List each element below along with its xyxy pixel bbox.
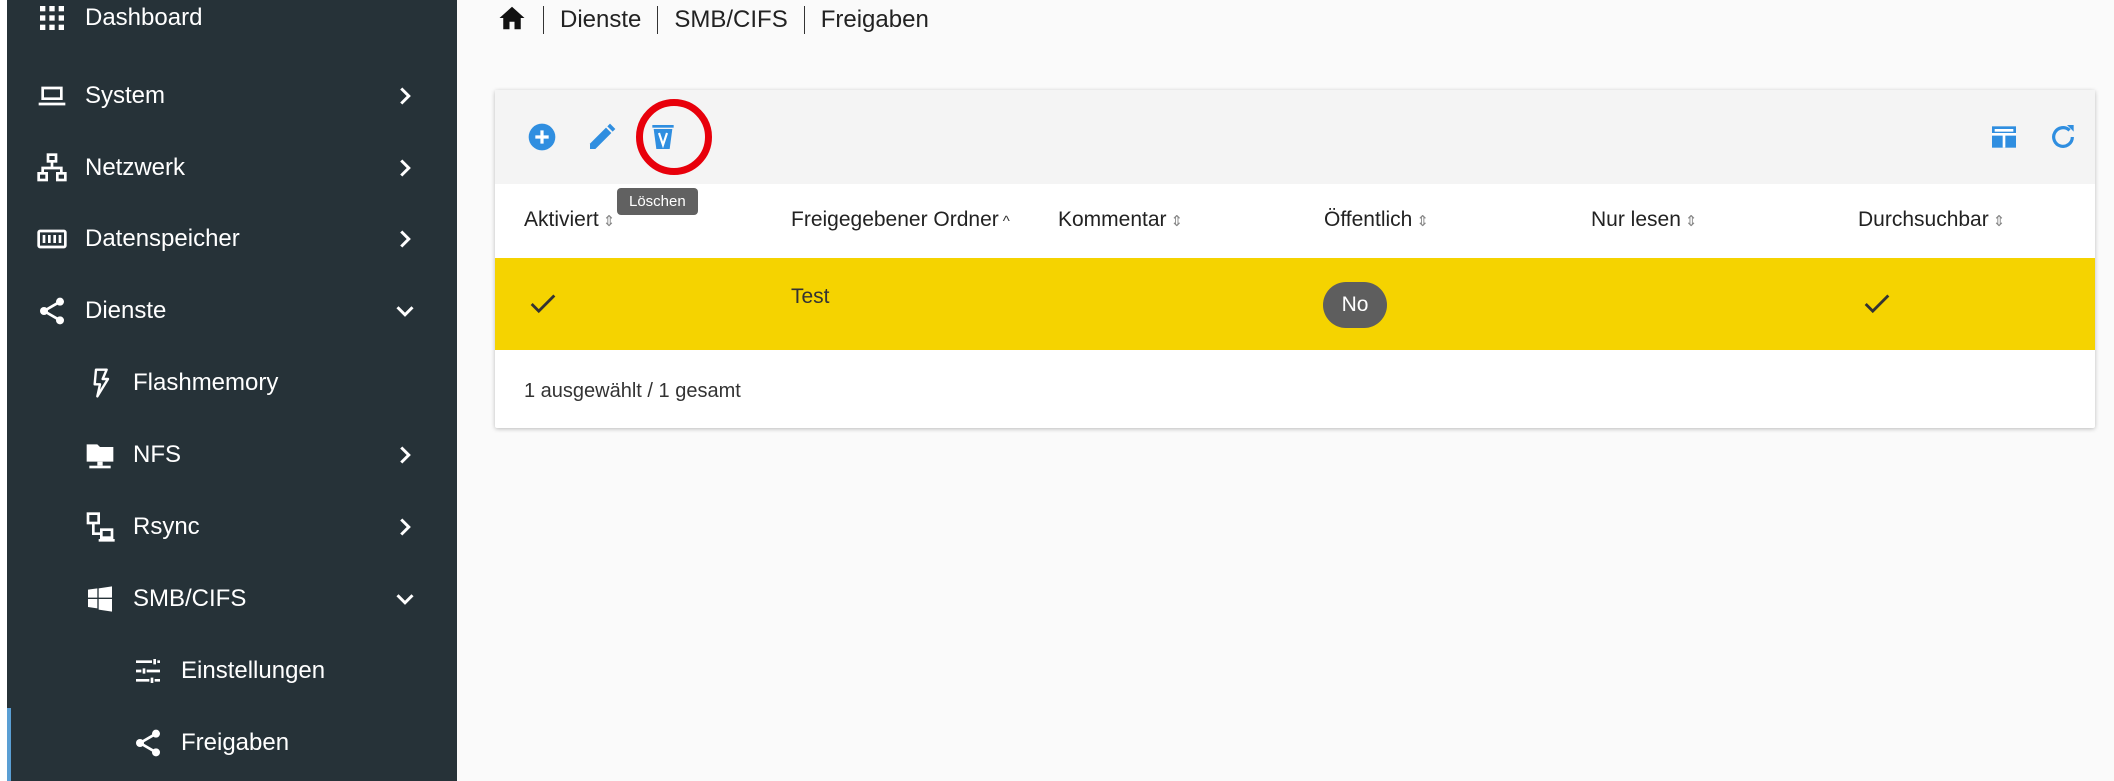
sidebar-item-netzwerk[interactable]: Netzwerk [7,132,457,204]
column-header-nur-lesen[interactable]: Nur lesen ⇕ [1591,208,1697,232]
table-toolbar [495,90,2095,184]
grid-icon [35,1,69,35]
home-icon[interactable] [497,3,543,38]
share-icon [35,294,69,328]
nfs-icon [83,438,117,472]
table-columns-icon [1992,126,2016,148]
sidebar-item-label: Flashmemory [133,369,279,396]
main-content: Dienste SMB/CIFS Freigaben Aktiviert ⇕ Fr… [457,0,2114,781]
refresh-button[interactable] [2045,119,2081,155]
chevron-right-icon [390,224,420,254]
tune-icon [131,654,165,688]
sidebar-item-label: Datenspeicher [85,225,240,252]
sort-icon: ⇕ [1170,213,1184,230]
breadcrumb: Dienste SMB/CIFS Freigaben [497,0,945,40]
breadcrumb-item: Freigaben [803,6,945,34]
sort-icon: ⇕ [1416,213,1429,230]
sidebar-item-nfs[interactable]: NFS [7,419,457,491]
rsync-icon [83,510,117,544]
sidebar-item-label: NFS [133,441,181,468]
breadcrumb-item[interactable]: Dienste [543,6,657,34]
chevron-right-icon [390,153,420,183]
sidebar-item-flashmemory[interactable]: Flashmemory [7,347,457,419]
column-header-oeffentlich[interactable]: Öffentlich ⇕ [1324,208,1429,232]
selection-summary: 1 ausgewählt / 1 gesamt [524,380,741,402]
table-row[interactable]: Test No [495,258,2095,350]
sidebar-item-smb-cifs[interactable]: SMB/CIFS [7,563,457,635]
chevron-right-icon [390,81,420,111]
refresh-icon [2052,125,2074,148]
windows-icon [83,582,117,616]
sidebar-item-label: Rsync [133,513,200,540]
sidebar-item-system[interactable]: System [7,60,457,132]
shares-table-card: Aktiviert ⇕ Freigegebener Ordner ^ Komment… [495,90,2095,428]
sidebar-item-einstellungen[interactable]: Einstellungen [7,635,457,707]
edit-button[interactable] [584,119,620,155]
sidebar-item-label: Dashboard [85,4,203,31]
sidebar-item-label: Freigaben [181,729,290,756]
chevron-down-icon [390,296,420,326]
sidebar-item-label: Netzwerk [85,154,186,181]
network-icon [35,151,69,185]
breadcrumb-item[interactable]: SMB/CIFS [657,6,803,34]
storage-icon [35,222,69,256]
status-badge: No [1323,282,1387,328]
share-icon [131,726,165,760]
add-button[interactable] [524,119,560,155]
laptop-icon [35,79,69,113]
sidebar-item-label: System [85,82,166,109]
sort-icon: ⇕ [602,213,616,230]
column-header-aktiviert[interactable]: Aktiviert ⇕ [524,208,615,232]
column-toggle-button[interactable] [1986,119,2022,155]
flash-icon [83,366,117,400]
cell-ordner: Test [791,285,830,308]
sidebar-item-label: Dienste [85,297,167,324]
sidebar-item-freigaben[interactable]: Freigaben [7,707,457,779]
sidebar-item-datenspeicher[interactable]: Datenspeicher [7,203,457,275]
plus-circle-icon [528,123,556,151]
column-header-kommentar[interactable]: Kommentar ⇕ [1058,208,1183,232]
sort-ascending-icon: ^ [1002,213,1010,230]
column-header-ordner[interactable]: Freigegebener Ordner ^ [791,208,1010,232]
tooltip: Löschen [617,188,698,215]
chevron-right-icon [390,512,420,542]
chevron-down-icon [390,584,420,614]
sort-icon: ⇕ [1684,213,1698,230]
sidebar: Dashboard System Netzwerk Datenspeicher … [7,0,457,781]
sidebar-item-rsync[interactable]: Rsync [7,491,457,563]
check-icon [530,294,556,314]
pencil-icon [590,123,616,149]
check-icon [1864,294,1890,314]
sidebar-item-dashboard[interactable]: Dashboard [7,0,457,54]
sidebar-item-label: SMB/CIFS [133,585,247,612]
column-header-durchsuchbar[interactable]: Durchsuchbar ⇕ [1858,208,2005,232]
sort-icon: ⇕ [1992,213,2006,230]
sidebar-item-dienste[interactable]: Dienste [7,275,457,347]
sidebar-item-label: Einstellungen [181,657,326,684]
highlight-circle [636,99,712,175]
chevron-right-icon [390,440,420,470]
